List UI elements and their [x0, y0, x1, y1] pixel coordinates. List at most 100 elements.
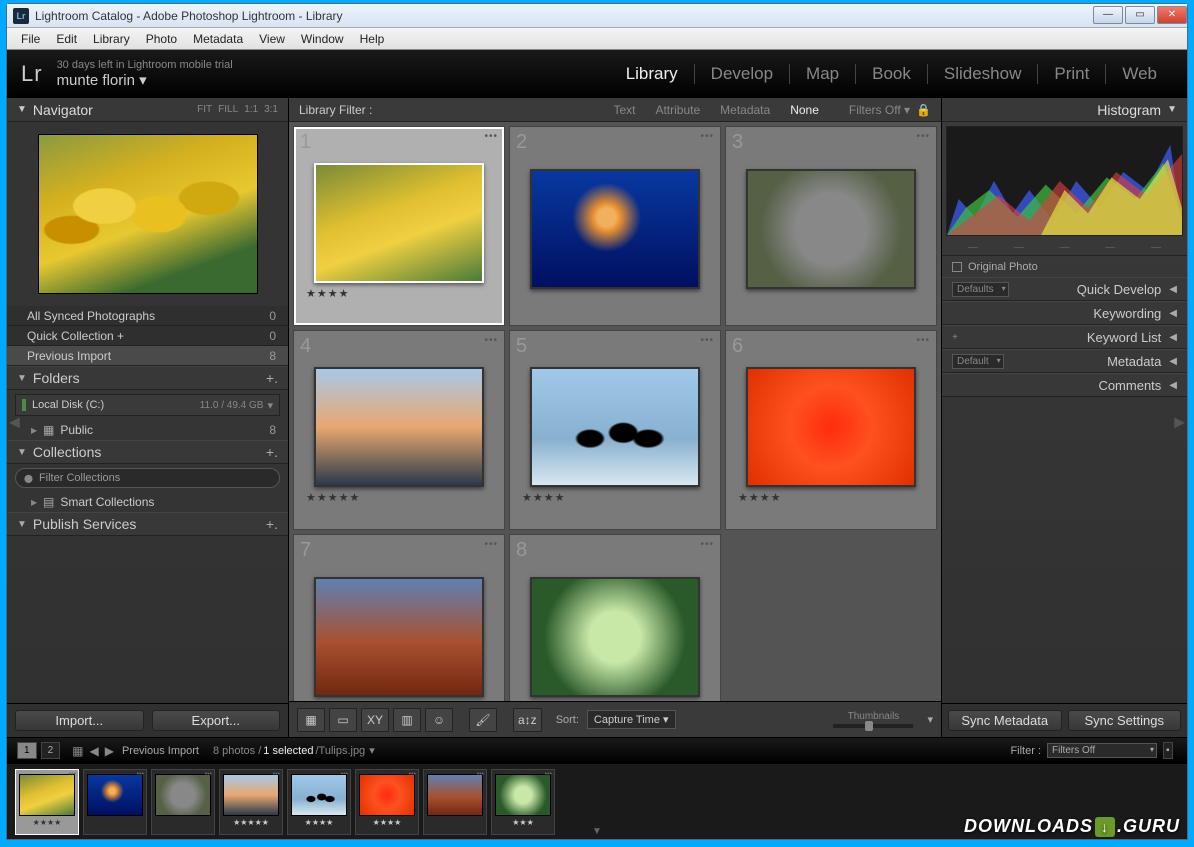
survey-view-button[interactable]: ▥: [393, 708, 421, 732]
checkbox-icon[interactable]: [952, 262, 962, 272]
folder-item[interactable]: ▸ ▦ Public 8: [7, 420, 288, 440]
grid-cell[interactable]: 7•••: [293, 534, 505, 701]
filmstrip-cell[interactable]: •••: [151, 769, 215, 835]
sort-dropdown[interactable]: Capture Time ▾: [587, 710, 676, 729]
filmstrip-toggle[interactable]: ▼: [592, 826, 602, 837]
zoom-mode-1-1[interactable]: 1:1: [244, 104, 258, 115]
right-panel-toggle[interactable]: ▶: [1174, 413, 1185, 430]
quick-develop-header[interactable]: Defaults Quick Develop ◀: [942, 277, 1187, 301]
people-view-button[interactable]: ☺: [425, 708, 453, 732]
filter-lock-icon[interactable]: ▪: [1163, 742, 1173, 759]
star-rating[interactable]: ★★★★: [522, 491, 565, 504]
breadcrumb-dropdown-icon[interactable]: ▾: [369, 744, 375, 757]
maximize-button[interactable]: ▭: [1125, 6, 1155, 24]
add-publish-icon[interactable]: +.: [266, 516, 278, 532]
zoom-mode-fit[interactable]: FIT: [197, 104, 212, 115]
filmstrip-cell[interactable]: •••: [423, 769, 487, 835]
sync-settings-button[interactable]: Sync Settings: [1068, 710, 1182, 731]
grid-cell[interactable]: 1•••★★★★: [293, 126, 505, 326]
collection-item[interactable]: ▸ ▤ Smart Collections: [7, 492, 288, 512]
module-book[interactable]: Book: [856, 64, 928, 84]
comments-header[interactable]: Comments ◀: [942, 373, 1187, 397]
menu-window[interactable]: Window: [293, 32, 352, 46]
folders-header[interactable]: ▼ Folders +.: [7, 366, 288, 390]
filter-collections-input[interactable]: Filter Collections: [15, 468, 280, 488]
grid-cell[interactable]: 2•••: [509, 126, 721, 326]
keyword-list-header[interactable]: + Keyword List ◀: [942, 325, 1187, 349]
nav-forward-icon[interactable]: ▶: [105, 744, 114, 758]
collections-header[interactable]: ▼ Collections +.: [7, 440, 288, 464]
chevron-down-icon[interactable]: ▾: [267, 399, 273, 412]
filter-tab-none[interactable]: None: [780, 103, 829, 117]
filmstrip-cell[interactable]: •••: [83, 769, 147, 835]
original-photo-row[interactable]: Original Photo: [942, 255, 1187, 277]
catalog-item[interactable]: All Synced Photographs0: [7, 306, 288, 326]
zoom-mode-fill[interactable]: FILL: [218, 104, 238, 115]
filter-tab-attribute[interactable]: Attribute: [645, 103, 710, 117]
catalog-item[interactable]: Previous Import8: [7, 346, 288, 366]
filter-preset-dropdown[interactable]: Filters Off: [1047, 743, 1157, 758]
catalog-item[interactable]: Quick Collection +0: [7, 326, 288, 346]
add-keyword-icon[interactable]: +: [952, 332, 958, 343]
filmstrip-cell[interactable]: •••★★★★: [355, 769, 419, 835]
module-slideshow[interactable]: Slideshow: [928, 64, 1039, 84]
sync-metadata-button[interactable]: Sync Metadata: [948, 710, 1062, 731]
add-folder-icon[interactable]: +.: [266, 370, 278, 386]
menu-library[interactable]: Library: [85, 32, 138, 46]
close-button[interactable]: ✕: [1157, 6, 1187, 24]
compare-view-button[interactable]: XY: [361, 708, 389, 732]
disk-volume[interactable]: Local Disk (C:) 11.0 / 49.4 GB ▾: [15, 394, 280, 416]
filmstrip-cell[interactable]: •••★★★★: [15, 769, 79, 835]
import-button[interactable]: Import...: [15, 710, 144, 731]
navigator-zoom-modes[interactable]: FIT FILL 1:1 3:1: [197, 104, 278, 115]
loupe-view-button[interactable]: ▭: [329, 708, 357, 732]
module-library[interactable]: Library: [610, 64, 695, 84]
nav-back-icon[interactable]: ◀: [89, 744, 98, 758]
grid-cell[interactable]: 6•••★★★★: [725, 330, 937, 530]
star-rating[interactable]: ★★★★★: [306, 491, 360, 504]
menu-file[interactable]: File: [13, 32, 48, 46]
module-map[interactable]: Map: [790, 64, 856, 84]
primary-display-button[interactable]: 1: [17, 742, 37, 759]
publish-header[interactable]: ▼ Publish Services +.: [7, 512, 288, 536]
histogram-display[interactable]: [946, 126, 1183, 236]
menu-photo[interactable]: Photo: [138, 32, 185, 46]
filter-tab-text[interactable]: Text: [603, 103, 645, 117]
filmstrip-cell[interactable]: •••★★★★★: [219, 769, 283, 835]
grid-cell[interactable]: 8•••: [509, 534, 721, 701]
grid-cell[interactable]: 4•••★★★★★: [293, 330, 505, 530]
sort-direction-button[interactable]: a↕z: [513, 708, 542, 732]
toolbar-menu-icon[interactable]: ▾: [927, 713, 933, 726]
export-button[interactable]: Export...: [152, 710, 281, 731]
menu-view[interactable]: View: [251, 32, 293, 46]
metadata-header[interactable]: Default Metadata ◀: [942, 349, 1187, 373]
left-panel-toggle[interactable]: ◀: [9, 413, 20, 430]
filter-tab-metadata[interactable]: Metadata: [710, 103, 780, 117]
module-web[interactable]: Web: [1106, 64, 1173, 84]
menu-help[interactable]: Help: [352, 32, 393, 46]
thumbnail-size-slider[interactable]: [833, 724, 913, 728]
zoom-mode-3-1[interactable]: 3:1: [264, 104, 278, 115]
navigator-preview[interactable]: [7, 122, 288, 306]
grid-cell[interactable]: 5•••★★★★: [509, 330, 721, 530]
star-rating[interactable]: ★★★★: [738, 491, 781, 504]
module-develop[interactable]: Develop: [695, 64, 790, 84]
grid-cell[interactable]: 3•••: [725, 126, 937, 326]
quick-develop-preset-dropdown[interactable]: Defaults: [952, 282, 1009, 297]
star-rating[interactable]: ★★★★: [306, 287, 349, 300]
grid-view-button[interactable]: ▦: [297, 708, 325, 732]
filmstrip-cell[interactable]: •••★★★: [491, 769, 555, 835]
painter-tool-button[interactable]: 🖌: [469, 708, 497, 732]
histogram-header[interactable]: Histogram ▼: [942, 98, 1187, 122]
filters-off-toggle[interactable]: Filters Off ▾: [849, 103, 910, 117]
metadata-preset-dropdown[interactable]: Default: [952, 354, 1004, 369]
secondary-display-button[interactable]: 2: [41, 742, 61, 759]
user-name[interactable]: munte florin ▾: [57, 71, 233, 89]
source-label[interactable]: Previous Import: [122, 745, 199, 757]
menu-metadata[interactable]: Metadata: [185, 32, 251, 46]
minimize-button[interactable]: —: [1093, 6, 1123, 24]
menu-edit[interactable]: Edit: [48, 32, 85, 46]
filmstrip-cell[interactable]: •••★★★★: [287, 769, 351, 835]
grid-icon[interactable]: ▦: [72, 744, 83, 758]
keywording-header[interactable]: Keywording ◀: [942, 301, 1187, 325]
